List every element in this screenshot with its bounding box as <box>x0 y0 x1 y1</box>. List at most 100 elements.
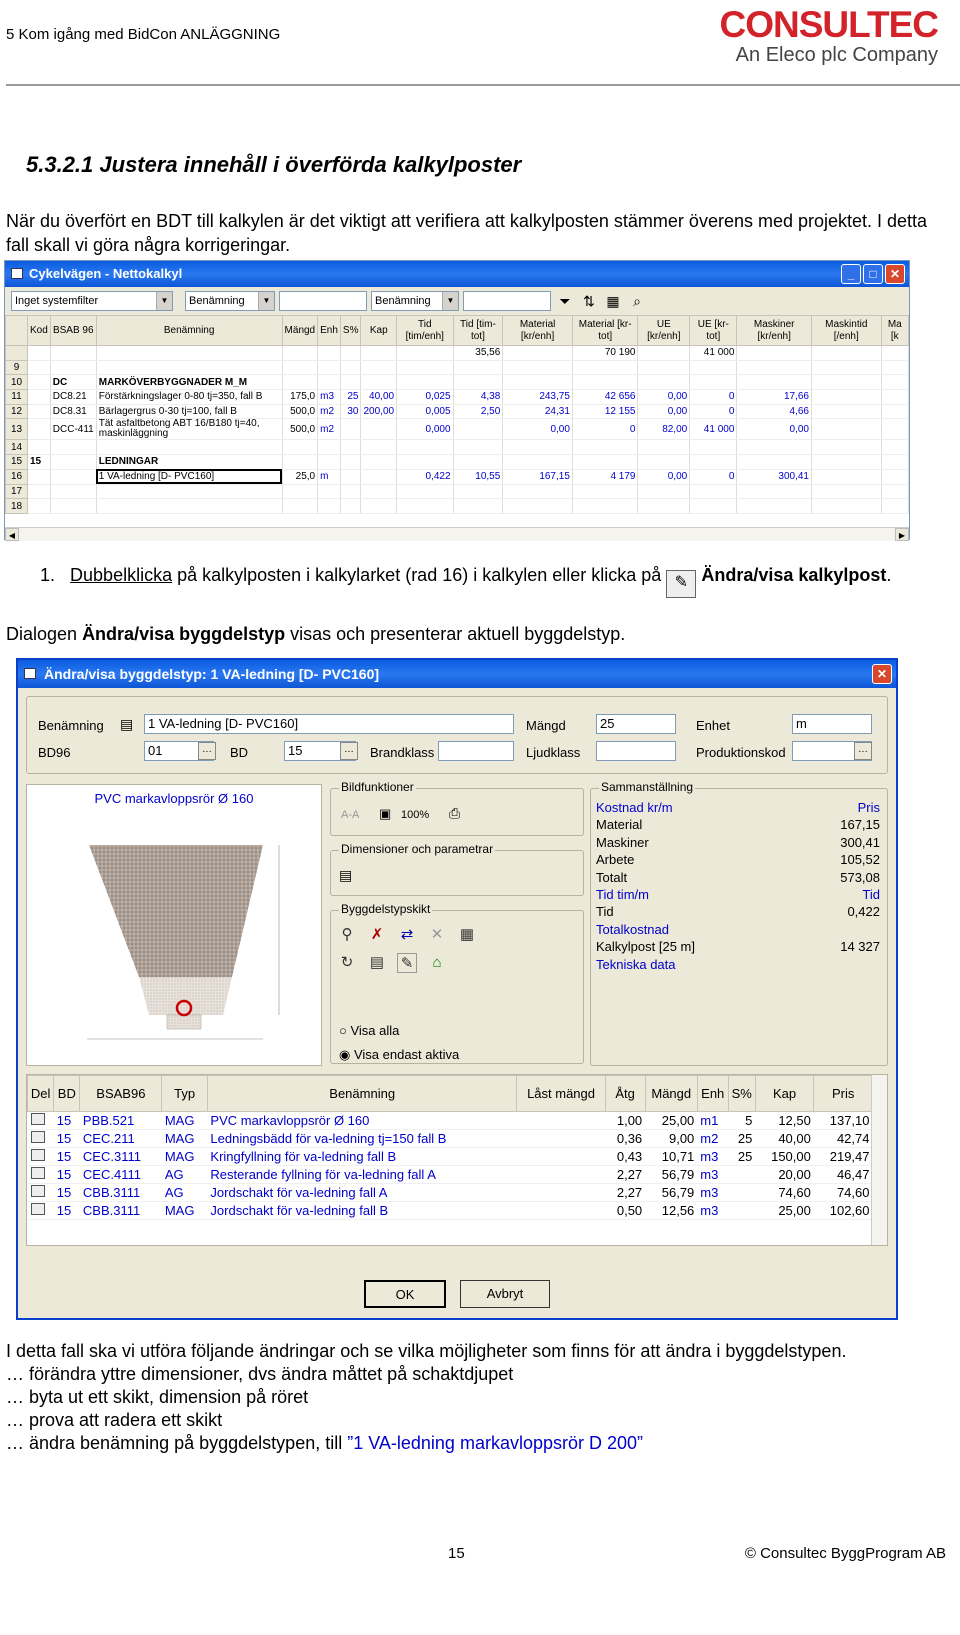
grid-cell[interactable]: CBB.3111 <box>79 1183 162 1202</box>
grid-cell[interactable]: 0,422 <box>396 469 454 485</box>
grid-cell[interactable]: 2,50 <box>453 404 504 420</box>
grid-cell[interactable]: m <box>317 469 341 485</box>
table-row[interactable]: 14 <box>5 439 909 456</box>
quantity-field[interactable]: 25 <box>596 714 676 734</box>
edit-icon[interactable]: ▤ <box>367 953 387 973</box>
row-number[interactable]: 15 <box>5 454 28 470</box>
grid-cell[interactable] <box>282 360 319 376</box>
grid-cell[interactable]: m3 <box>697 1165 729 1184</box>
grid-cell[interactable]: 15 <box>53 1111 80 1130</box>
grid-cell[interactable]: 15 <box>53 1201 80 1220</box>
grid-cell[interactable] <box>27 439 51 456</box>
grid-cell[interactable] <box>317 439 341 456</box>
grid-cell[interactable]: 5 <box>728 1111 756 1130</box>
grid-cell[interactable]: 0,00 <box>736 418 812 441</box>
grid-cell[interactable] <box>317 360 341 376</box>
row-number[interactable]: 13 <box>5 418 28 441</box>
grid-cell[interactable]: 150,00 <box>755 1147 814 1166</box>
grid-cell[interactable] <box>502 454 573 470</box>
grid-cell[interactable] <box>637 498 691 514</box>
grid-cell[interactable] <box>881 498 909 514</box>
grid-cell[interactable] <box>27 389 51 405</box>
grid-cell[interactable]: Tät asfaltbetong ABT 16/B180 tj=40, mask… <box>96 418 283 441</box>
ok-button[interactable]: OK <box>364 1280 446 1308</box>
grid-cell[interactable]: 219,47 <box>813 1147 873 1166</box>
grid-cell[interactable]: 25,00 <box>755 1201 814 1220</box>
column-header[interactable]: UE [kr-tot] <box>689 315 738 346</box>
grid-cell[interactable] <box>728 1165 756 1184</box>
row-number[interactable]: 10 <box>5 374 28 391</box>
grid-cell[interactable]: 46,47 <box>813 1165 873 1184</box>
table-row[interactable]: 9 <box>5 359 909 376</box>
grid-cell[interactable]: m3 <box>697 1183 729 1202</box>
grid-cell[interactable]: 0 <box>689 469 738 485</box>
column-header[interactable]: Typ <box>161 1075 208 1112</box>
grid-cell[interactable]: 12,56 <box>645 1201 698 1220</box>
grid-cell[interactable]: 40,00 <box>360 389 398 405</box>
column-header[interactable]: Benämning <box>206 1075 518 1112</box>
grid-cell[interactable]: 82,00 <box>637 418 691 441</box>
table-row[interactable]: 18 <box>5 498 909 514</box>
grid-cell[interactable]: 12,50 <box>755 1111 814 1130</box>
grid-cell[interactable] <box>502 498 573 514</box>
grid-cell[interactable] <box>811 374 882 391</box>
grid-cell[interactable]: 0,00 <box>502 418 573 441</box>
grid-cell[interactable] <box>572 484 639 500</box>
table-row[interactable]: 12 DC8.31 Bärlagergrus 0-30 tj=100, fall B… <box>5 403 909 420</box>
grid-cell[interactable] <box>27 469 51 485</box>
name-field[interactable]: 1 VA-ledning [D- PVC160] <box>144 714 514 734</box>
column-header[interactable]: Kod <box>27 315 51 346</box>
grid-cell[interactable]: 167,15 <box>502 469 573 485</box>
grid-cell[interactable]: 40,00 <box>755 1129 814 1148</box>
grid-cell[interactable]: 0,025 <box>396 389 454 405</box>
home-icon[interactable]: ⌂ <box>427 953 447 973</box>
grid-cell[interactable]: PVC markavloppsrör Ø 160 <box>207 1111 517 1130</box>
grid-cell[interactable] <box>282 439 319 456</box>
grid-cell[interactable] <box>572 374 639 391</box>
grid-cell[interactable] <box>811 469 882 485</box>
grid-cell[interactable] <box>881 469 909 485</box>
summary-row[interactable]: Kostnad kr/m Pris <box>596 799 880 816</box>
grid-cell[interactable]: 15 <box>53 1147 80 1166</box>
grid-cell[interactable] <box>811 484 882 500</box>
grid-cell[interactable] <box>96 484 283 500</box>
grid-cell[interactable] <box>637 439 691 456</box>
grid-cell[interactable]: 42,74 <box>813 1129 873 1148</box>
grid-cell[interactable]: 2,27 <box>605 1165 646 1184</box>
grid-cell[interactable]: 0,36 <box>605 1129 646 1148</box>
grid-cell[interactable]: 56,79 <box>645 1183 698 1202</box>
row-number[interactable]: 17 <box>5 483 28 500</box>
bd96-browse-button[interactable]: … <box>198 742 216 760</box>
grid-cell[interactable] <box>340 454 362 470</box>
close-button[interactable]: ✕ <box>872 664 892 684</box>
refresh-icon[interactable]: ↻ <box>337 953 357 973</box>
row-number[interactable]: 16 <box>5 468 28 485</box>
grid-cell[interactable] <box>27 360 51 376</box>
show-all-radio[interactable]: ○ Visa alla <box>339 1023 399 1038</box>
grid-cell[interactable] <box>728 1183 756 1202</box>
grid-cell[interactable] <box>27 404 51 420</box>
grid-cell[interactable] <box>453 498 504 514</box>
grid-cell[interactable]: 42 656 <box>572 389 639 405</box>
grid-cell[interactable]: 25 <box>340 389 362 405</box>
grid-cell[interactable] <box>502 360 573 376</box>
grid-cell[interactable]: MAG <box>161 1201 208 1220</box>
grid-cell[interactable]: m2 <box>697 1129 729 1148</box>
table-icon[interactable]: ▦ <box>603 291 623 311</box>
calculator-icon[interactable]: ▦ <box>457 925 477 945</box>
grid-cell[interactable]: 4,66 <box>736 404 812 420</box>
column-header[interactable]: Del <box>27 1075 55 1112</box>
grid-cell[interactable] <box>27 418 51 441</box>
grid-cell[interactable]: 0,00 <box>637 389 691 405</box>
grid-cell[interactable]: Jordschakt för va-ledning fall B <box>207 1201 517 1220</box>
grid-cell[interactable]: m3 <box>317 389 341 405</box>
grid-cell[interactable]: CBB.3111 <box>79 1201 162 1220</box>
grid-cell[interactable] <box>50 360 97 376</box>
column-header[interactable]: Maskintid [/enh] <box>810 315 882 346</box>
grid-cell[interactable] <box>360 454 398 470</box>
grid-cell[interactable] <box>689 374 738 391</box>
grid-cell[interactable]: DC8.31 <box>50 404 97 420</box>
row-number[interactable]: 12 <box>5 403 28 420</box>
grid-cell[interactable]: 0 <box>572 418 639 441</box>
grid-cell[interactable] <box>811 418 882 441</box>
